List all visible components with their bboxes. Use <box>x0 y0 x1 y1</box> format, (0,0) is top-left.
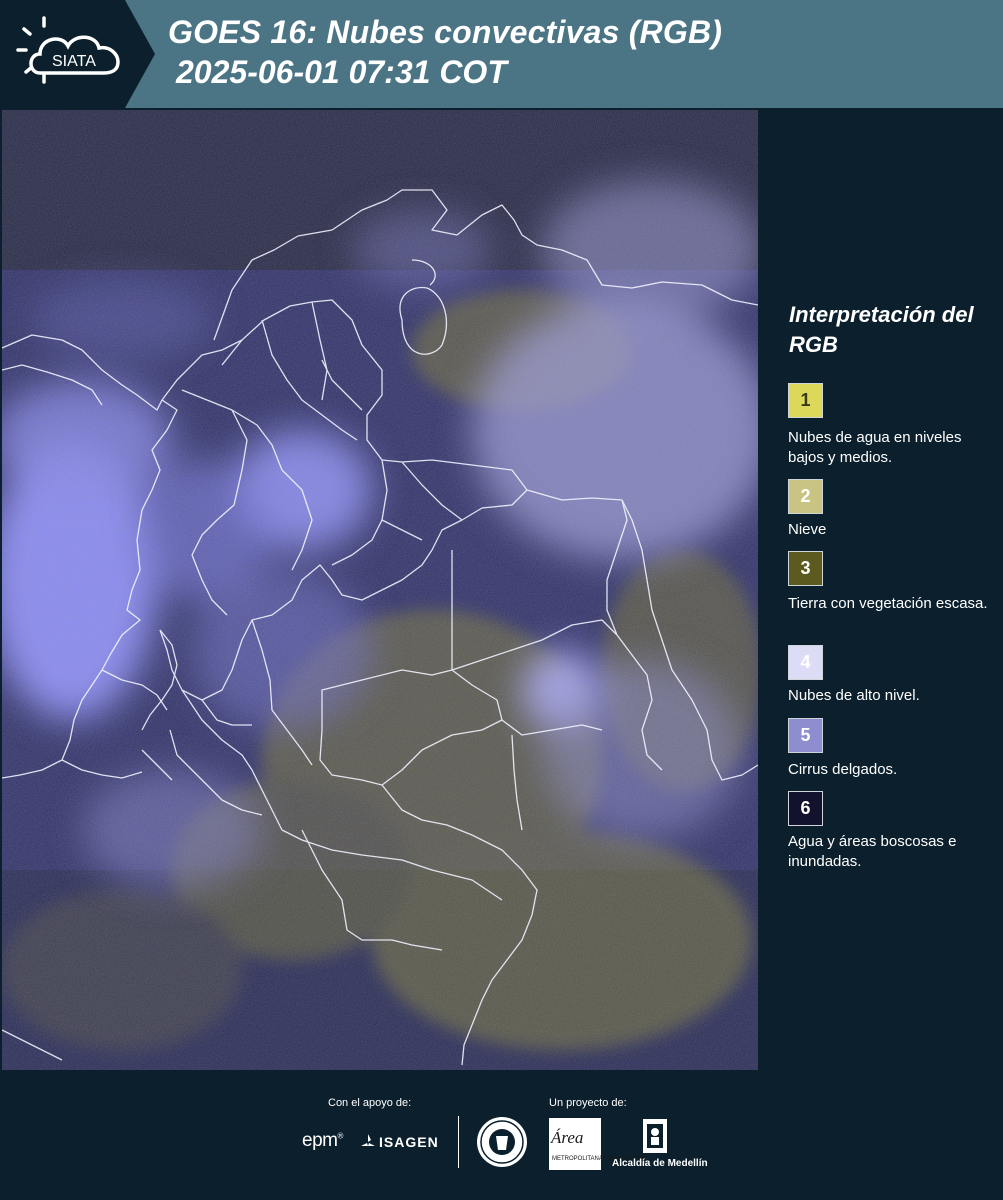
legend-swatch-6: 6 <box>788 791 823 826</box>
legend-label-1: Nubes de agua en niveles bajos y medios. <box>788 429 962 466</box>
project-label: Un proyecto de: <box>549 1097 627 1109</box>
timestamp: 2025-06-01 07:31 COT <box>176 54 507 90</box>
footer: Con el apoyo de: Un proyecto de: epm® IS… <box>0 1070 1003 1200</box>
legend-label-6: Agua y áreas boscosas e inundadas. <box>788 833 957 870</box>
legend-label-5: Cirrus delgados. <box>788 761 898 778</box>
alcaldia-shield-icon <box>643 1119 667 1153</box>
legend-swatch-5: 5 <box>788 718 823 753</box>
legend-swatch-1: 1 <box>788 383 823 418</box>
legend-label-2: Nieve <box>788 521 827 538</box>
legend-panel: Interpretación del RGB 1 Nubes de agua en… <box>760 108 1003 1070</box>
satellite-map[interactable] <box>2 110 758 1070</box>
header-bar: SIATA GOES 16: Nubes convectivas (RGB) 2… <box>0 0 1003 108</box>
legend-swatch-2: 2 <box>788 479 823 514</box>
legend-label-4: Nubes de alto nivel. <box>788 687 920 704</box>
legend-swatch-4: 4 <box>788 645 823 680</box>
alcaldia-text: Alcaldía de Medellín <box>612 1158 708 1169</box>
siata-logo: SIATA <box>0 0 155 108</box>
university-seal-icon <box>477 1117 527 1167</box>
legend-swatch-3: 3 <box>788 551 823 586</box>
page-title: GOES 16: Nubes convectivas (RGB) <box>168 14 723 50</box>
legend-label-3: Tierra con vegetación escasa. <box>788 595 988 612</box>
footer-divider <box>458 1116 459 1168</box>
epm-text: epm <box>302 1130 338 1151</box>
support-label: Con el apoyo de: <box>328 1097 412 1109</box>
area-logo-word: Área <box>551 1128 584 1147</box>
epm-logo: epm® <box>302 1130 343 1151</box>
legend-title: Interpretación del RGB <box>789 302 974 357</box>
isagen-logo: ISAGEN <box>379 1134 439 1150</box>
isagen-icon <box>361 1134 375 1146</box>
svg-text:SIATA: SIATA <box>52 53 96 70</box>
